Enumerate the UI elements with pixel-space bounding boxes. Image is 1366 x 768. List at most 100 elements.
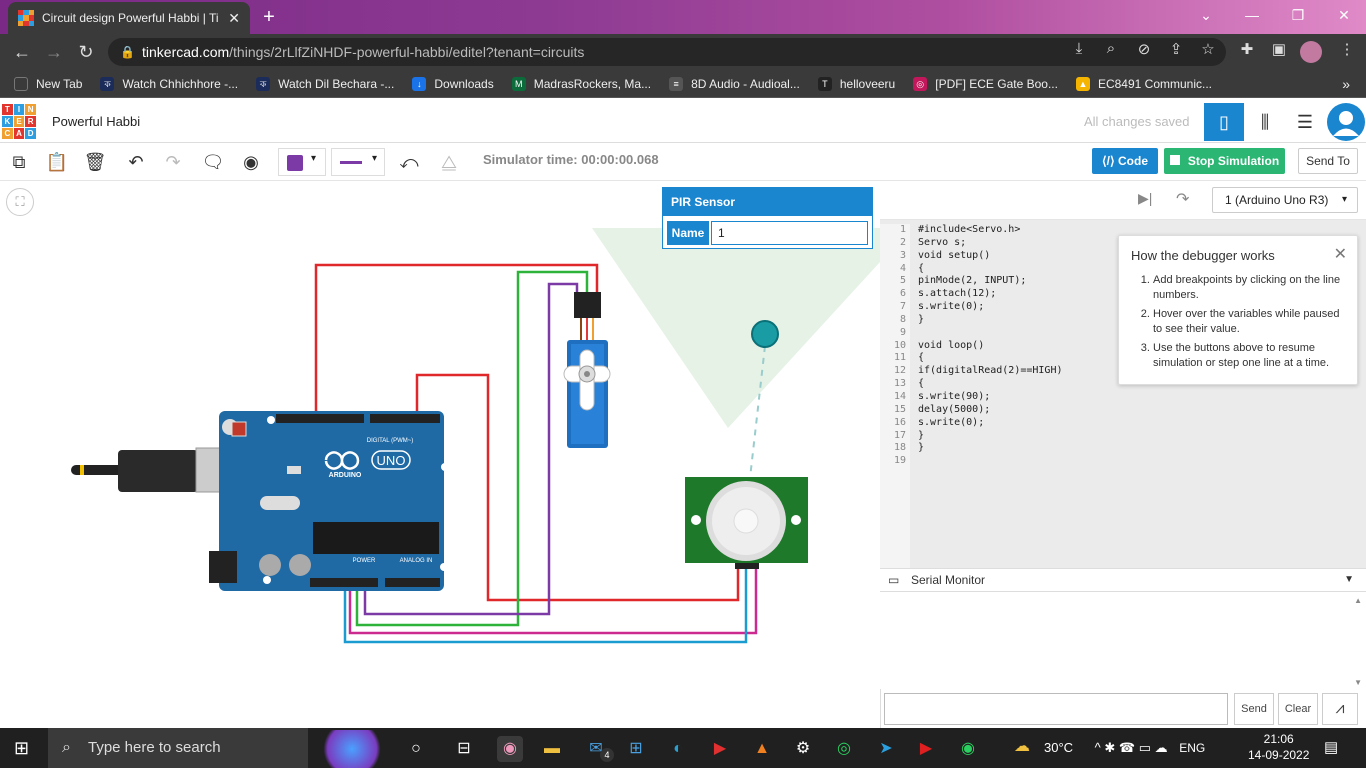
serial-monitor-header[interactable]: ▭ Serial Monitor ▼ xyxy=(880,568,1366,592)
wire-style-picker[interactable]: ▾ xyxy=(331,148,385,176)
line-number[interactable]: 7 xyxy=(880,301,906,314)
chrome-icon[interactable]: ◉ xyxy=(497,736,523,762)
minimize-button[interactable]: — xyxy=(1232,4,1272,26)
redo-icon[interactable]: ↷ xyxy=(158,147,188,177)
resume-icon[interactable]: ▶| xyxy=(1138,190,1152,207)
red-wire[interactable] xyxy=(314,263,599,422)
send-to-button[interactable]: Send To xyxy=(1298,148,1358,174)
tab-search-icon[interactable]: ⌄ xyxy=(1186,4,1226,26)
new-tab-button[interactable]: + xyxy=(256,6,282,28)
scroll-up-icon[interactable]: ▲ xyxy=(1354,596,1362,605)
serial-output[interactable]: ▲ ▼ xyxy=(880,592,1366,689)
code-line[interactable]: } xyxy=(918,442,1063,455)
whatsapp-icon[interactable]: ◎ xyxy=(831,736,857,762)
line-number[interactable]: 5 xyxy=(880,275,906,288)
line-number[interactable]: 12 xyxy=(880,365,906,378)
component-list-button[interactable]: ☰ xyxy=(1285,103,1325,141)
hidden-eye-icon[interactable]: ⊘ xyxy=(1133,40,1155,58)
line-number[interactable]: 17 xyxy=(880,430,906,443)
maximize-button[interactable]: ❐ xyxy=(1278,4,1318,26)
paste-icon[interactable]: 📋 xyxy=(42,147,72,177)
share-icon[interactable]: ⇪ xyxy=(1165,40,1187,58)
task-view-icon[interactable]: ○ xyxy=(403,736,429,762)
code-line[interactable]: } xyxy=(918,430,1063,443)
bookmark-item[interactable]: M MadrasRockers, Ma... xyxy=(511,76,651,91)
rotate-icon[interactable]: ⤺ xyxy=(394,147,424,177)
serial-clear-button[interactable]: Clear xyxy=(1278,693,1318,725)
store-icon[interactable]: ⊞ xyxy=(623,736,649,762)
arduino-uno-board[interactable]: UNO ARDUINO DIGITAL (PWM~) POWER ANALOG … xyxy=(209,411,449,591)
line-number[interactable]: 10 xyxy=(880,340,906,353)
project-name[interactable]: Powerful Habbi xyxy=(52,114,140,129)
line-number[interactable]: 16 xyxy=(880,417,906,430)
stop-simulation-button[interactable]: Stop Simulation xyxy=(1164,148,1285,174)
step-over-icon[interactable]: ↷ xyxy=(1176,189,1189,209)
bookmark-item[interactable]: ◎ [PDF] ECE Gate Boo... xyxy=(913,76,1058,91)
sidebar-icon[interactable]: ▣ xyxy=(1268,40,1290,58)
pir-sensor[interactable] xyxy=(685,477,808,569)
code-line[interactable]: delay(5000); xyxy=(918,404,1063,417)
code-line[interactable] xyxy=(918,455,1063,468)
bookmark-item[interactable]: ↓ Downloads xyxy=(412,76,494,91)
youtube-icon[interactable]: ▶ xyxy=(913,736,939,762)
visibility-icon[interactable]: ◉ xyxy=(236,147,266,177)
telegram-icon[interactable]: ➤ xyxy=(873,736,899,762)
language[interactable]: ENG xyxy=(1179,741,1205,755)
bookmark-item[interactable]: ক Watch Dil Bechara -... xyxy=(256,76,394,91)
tab-close-icon[interactable]: ✕ xyxy=(228,10,240,27)
line-number[interactable]: 15 xyxy=(880,404,906,417)
code-line[interactable] xyxy=(918,327,1063,340)
browser-menu-icon[interactable]: ⋮ xyxy=(1336,40,1358,58)
reload-icon[interactable]: ↻ xyxy=(70,36,102,68)
code-line[interactable]: { xyxy=(918,378,1063,391)
widgets-icon[interactable]: ⊟ xyxy=(451,736,477,762)
back-icon[interactable]: ← xyxy=(6,36,38,68)
close-icon[interactable]: ✕ xyxy=(1334,244,1347,264)
line-number[interactable]: 14 xyxy=(880,391,906,404)
name-field[interactable]: 1 xyxy=(711,221,868,245)
url-field[interactable]: 🔒 tinkercad.com/things/2rLlfZiNHDF-power… xyxy=(108,38,1226,66)
bookmark-item[interactable]: ক Watch Chhichhore -... xyxy=(100,76,238,91)
pir-target-object[interactable] xyxy=(751,320,779,348)
copy-icon[interactable]: ⧉ xyxy=(4,147,34,177)
line-number[interactable]: 4 xyxy=(880,263,906,276)
settings-gear-icon[interactable]: ⚙ xyxy=(790,736,816,762)
wire-color-picker[interactable]: ▾ xyxy=(278,148,326,176)
delete-icon[interactable]: 🗑 xyxy=(80,147,110,177)
code-line[interactable]: s.write(90); xyxy=(918,391,1063,404)
line-number[interactable]: 6 xyxy=(880,288,906,301)
circuit-canvas[interactable]: ⛶ UNO ARDUINO DIGITAL (PWM~) POWER ANALO… xyxy=(0,182,880,728)
servo-motor[interactable] xyxy=(563,292,611,448)
taskbar-search[interactable]: ⌕ Type here to search xyxy=(48,728,308,768)
line-number[interactable]: 18 xyxy=(880,442,906,455)
clock[interactable]: 21:06 14-09-2022 xyxy=(1248,731,1309,763)
code-line[interactable]: Servo s; xyxy=(918,237,1063,250)
board-select[interactable]: 1 (Arduino Uno R3) ▾ xyxy=(1212,187,1358,213)
line-number[interactable]: 9 xyxy=(880,327,906,340)
code-line[interactable]: pinMode(2, INPUT); xyxy=(918,275,1063,288)
notification-icon[interactable]: ▤ xyxy=(1324,738,1338,756)
graph-toggle-icon[interactable]: ⩘ xyxy=(1322,693,1358,725)
media-player-icon[interactable]: ▶ xyxy=(707,736,733,762)
schematic-view-button[interactable]: ⫼ xyxy=(1245,103,1285,141)
circuit-view-button[interactable]: ▯ xyxy=(1204,103,1244,141)
bookmark-star-icon[interactable]: ☆ xyxy=(1197,40,1219,58)
bookmark-item[interactable]: Thelloveeru xyxy=(817,76,895,91)
code-line[interactable]: { xyxy=(918,263,1063,276)
code-line[interactable]: s.write(0); xyxy=(918,417,1063,430)
code-line[interactable]: #include<Servo.h> xyxy=(918,224,1063,237)
user-avatar[interactable] xyxy=(1327,103,1365,141)
line-number[interactable]: 2 xyxy=(880,237,906,250)
bookmarks-overflow-icon[interactable]: » xyxy=(1342,76,1350,92)
file-explorer-icon[interactable]: ▬ xyxy=(539,736,565,762)
code-line[interactable]: } xyxy=(918,314,1063,327)
line-numbers[interactable]: 1 2 3 4 5 6 7 8 9 10 11 12 13 14 15 16 17 18 19 xyxy=(880,224,910,568)
line-number[interactable]: 13 xyxy=(880,378,906,391)
line-number[interactable]: 19 xyxy=(880,455,906,468)
tinkercad-logo[interactable]: T I N K E R C A D xyxy=(2,104,36,139)
code-line[interactable]: void setup() xyxy=(918,250,1063,263)
code-line[interactable]: { xyxy=(918,352,1063,365)
windows-start-icon[interactable]: ⊞ xyxy=(14,738,29,759)
bookmark-item[interactable]: ≡ 8D Audio - Audioal... xyxy=(669,76,800,91)
undo-icon[interactable]: ↶ xyxy=(121,147,151,177)
